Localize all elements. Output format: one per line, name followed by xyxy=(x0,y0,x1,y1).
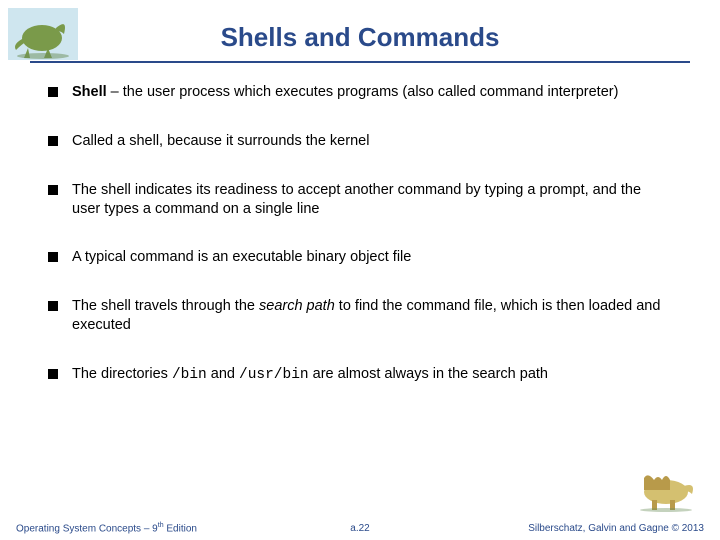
bullet-text: The shell indicates its readiness to acc… xyxy=(72,181,672,219)
list-item: Called a shell, because it surrounds the… xyxy=(48,132,672,151)
footer-left-text: Operating System Concepts – 9th Edition xyxy=(16,522,197,534)
bullet-text: Shell – the user process which executes … xyxy=(72,83,672,102)
list-item: A typical command is an executable binar… xyxy=(48,248,672,267)
bullet-square-icon xyxy=(48,369,58,379)
slide-title: Shells and Commands xyxy=(0,0,720,61)
bullet-list: Shell – the user process which executes … xyxy=(0,63,720,385)
footer-page-number: a.22 xyxy=(350,523,369,534)
bullet-square-icon xyxy=(48,136,58,146)
bullet-square-icon xyxy=(48,87,58,97)
bullet-text: The shell travels through the search pat… xyxy=(72,297,672,335)
bullet-square-icon xyxy=(48,252,58,262)
bullet-square-icon xyxy=(48,301,58,311)
footer-right-text: Silberschatz, Galvin and Gagne © 2013 xyxy=(528,523,704,534)
bullet-text: The directories /bin and /usr/bin are al… xyxy=(72,365,672,385)
dinosaur-left-image xyxy=(8,8,78,60)
list-item: The shell indicates its readiness to acc… xyxy=(48,181,672,219)
list-item: Shell – the user process which executes … xyxy=(48,83,672,102)
dinosaur-right-image xyxy=(634,466,706,512)
list-item: The directories /bin and /usr/bin are al… xyxy=(48,365,672,385)
bullet-text: A typical command is an executable binar… xyxy=(72,248,672,267)
list-item: The shell travels through the search pat… xyxy=(48,297,672,335)
bullet-text: Called a shell, because it surrounds the… xyxy=(72,132,672,151)
bullet-square-icon xyxy=(48,185,58,195)
